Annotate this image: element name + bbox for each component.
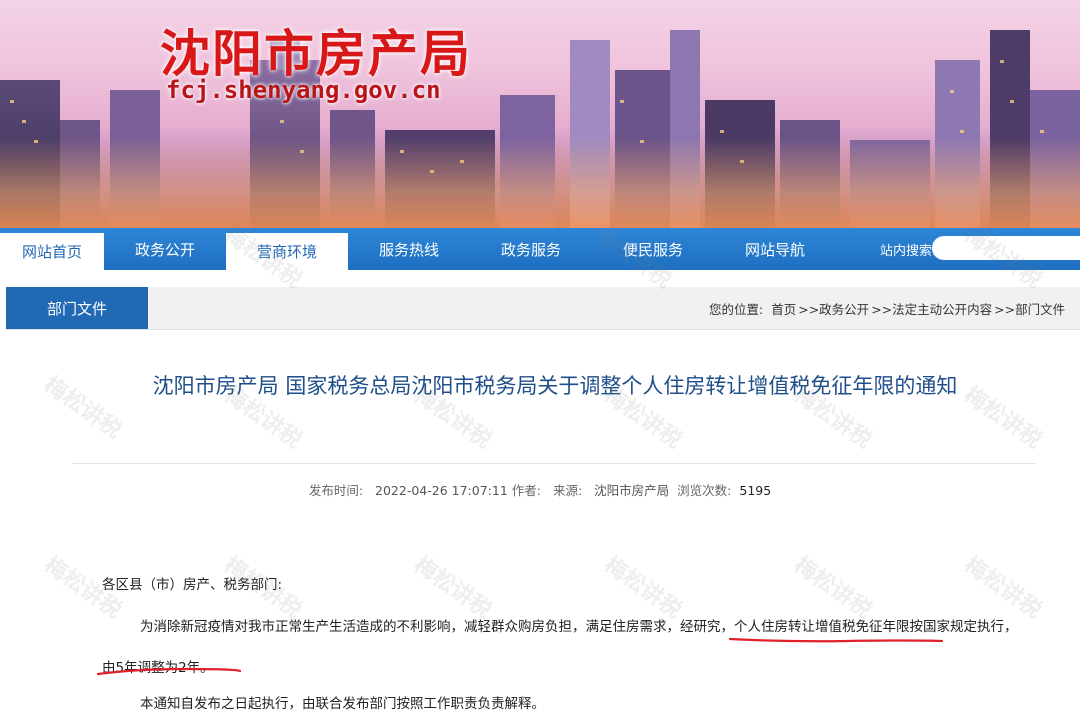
section-bar: 部门文件 您的位置: 首页 >>政务公开 >>法定主动公开内容 >>部门文件 [6,287,1080,330]
highlight-underline-1 [728,637,944,643]
nav-item-home[interactable]: 网站首页 [0,233,104,270]
search-input[interactable] [932,236,1080,260]
watermark: 梅松讲税 [959,552,1046,624]
site-url: fcj.shenyang.gov.cn [166,76,441,104]
breadcrumb: 您的位置: 首页 >>政务公开 >>法定主动公开内容 >>部门文件 [709,287,1067,329]
article-paragraph-1: 为消除新冠疫情对我市正常生产生活造成的不利影响，减轻群众购房负担，满足住房需求，… [140,615,1018,635]
watermark: 梅松讲税 [599,552,686,624]
nav-item-service-hotline[interactable]: 服务热线 [348,228,470,270]
paragraph-1-text: 为消除新冠疫情对我市正常生产生活造成的不利影响，减轻群众购房负担，满足住房需求，… [140,619,734,635]
meta-time-label: 发布时间: [308,483,364,498]
watermark: 梅松讲税 [409,552,496,624]
paragraph-1-highlight: 个人住房转让增值税免征年限按国家规定执行， [734,619,1018,635]
meta-source-value: 沈阳市房产局 [594,483,670,498]
title-divider [72,463,1036,464]
banner-glow [0,138,1080,228]
breadcrumb-prefix: 您的位置: [709,301,764,317]
main-nav: 网站首页 政务公开 营商环境 服务热线 政务服务 便民服务 网站导航 站内搜索: [0,228,1080,270]
article-title: 沈阳市房产局 国家税务总局沈阳市税务局关于调整个人住房转让增值税免征年限的通知 [152,374,958,398]
breadcrumb-item-gov-affairs[interactable]: >>政务公开 [798,299,869,318]
article-paragraph-2: 本通知自发布之日起执行，由联合发布部门按照工作职责负责解释。 [140,696,545,712]
nav-item-public-services[interactable]: 便民服务 [592,228,714,270]
nav-item-gov-services[interactable]: 政务服务 [470,228,592,270]
nav-item-business-env[interactable]: 营商环境 [226,233,348,270]
meta-views-value: 5195 [739,483,772,498]
article-greeting: 各区县（市）房产、税务部门: [102,577,283,593]
section-tab[interactable]: 部门文件 [6,287,148,329]
meta-source-label: 来源: [552,483,583,498]
highlight-underline-2 [96,667,242,676]
meta-time-value: 2022-04-26 17:07:11 [375,483,508,498]
nav-item-site-map[interactable]: 网站导航 [714,228,836,270]
meta-author-label: 作者: [511,483,541,498]
meta-views-label: 浏览次数: [677,483,732,498]
article-meta: 发布时间: 2022-04-26 17:07:11 作者: 来源: 沈阳市房产局… [0,480,1080,499]
nav-item-gov-affairs[interactable]: 政务公开 [104,228,226,270]
breadcrumb-item-disclosure[interactable]: >>法定主动公开内容 [871,299,992,318]
breadcrumb-item-dept-docs[interactable]: >>部门文件 [994,299,1065,318]
site-banner: 沈阳市房产局 fcj.shenyang.gov.cn [0,0,1080,228]
breadcrumb-item-home[interactable]: 首页 [771,299,796,318]
watermark: 梅松讲税 [789,552,876,624]
